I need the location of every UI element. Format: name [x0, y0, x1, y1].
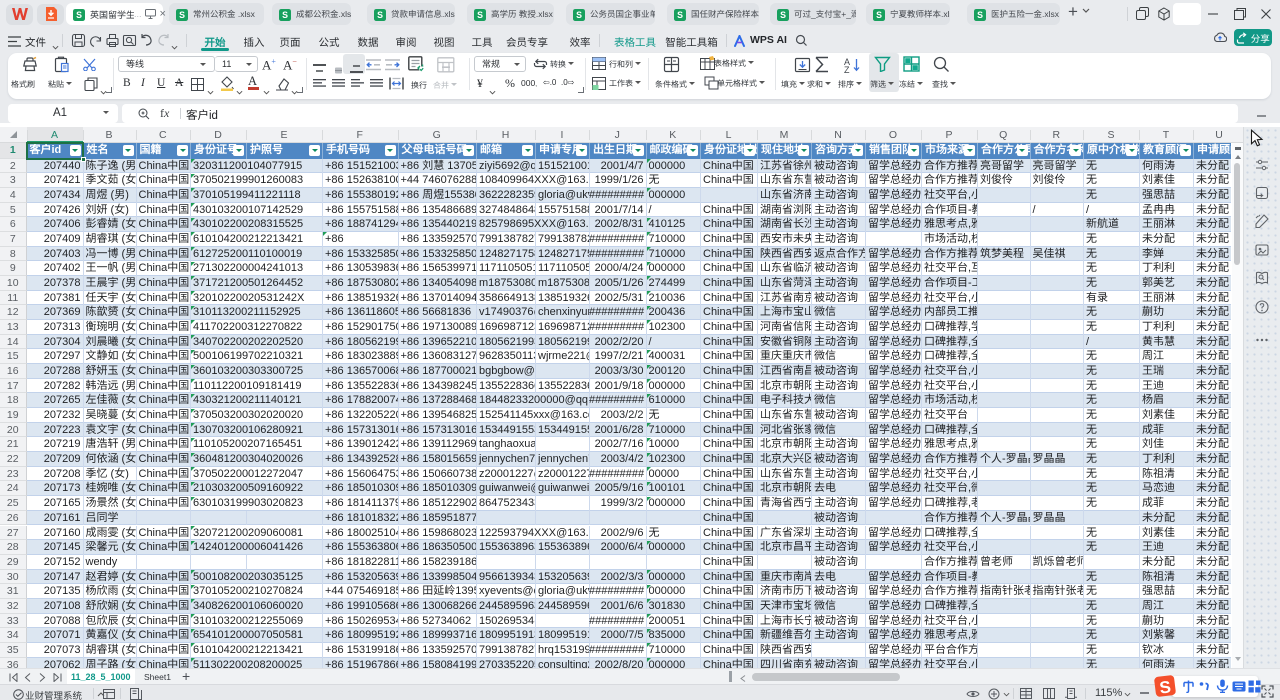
svg-text:S: S — [477, 10, 483, 20]
svg-text:S: S — [977, 10, 983, 20]
svg-text:S: S — [282, 10, 288, 20]
svg-text:Z: Z — [844, 65, 850, 73]
svg-text:S: S — [677, 10, 683, 20]
svg-text:S: S — [377, 10, 383, 20]
svg-text:S: S — [1158, 677, 1172, 697]
svg-text:S: S — [876, 10, 882, 20]
svg-text:S: S — [780, 10, 786, 20]
svg-text:S: S — [76, 10, 82, 20]
svg-text:S: S — [179, 10, 185, 20]
svg-text:S: S — [576, 10, 582, 20]
